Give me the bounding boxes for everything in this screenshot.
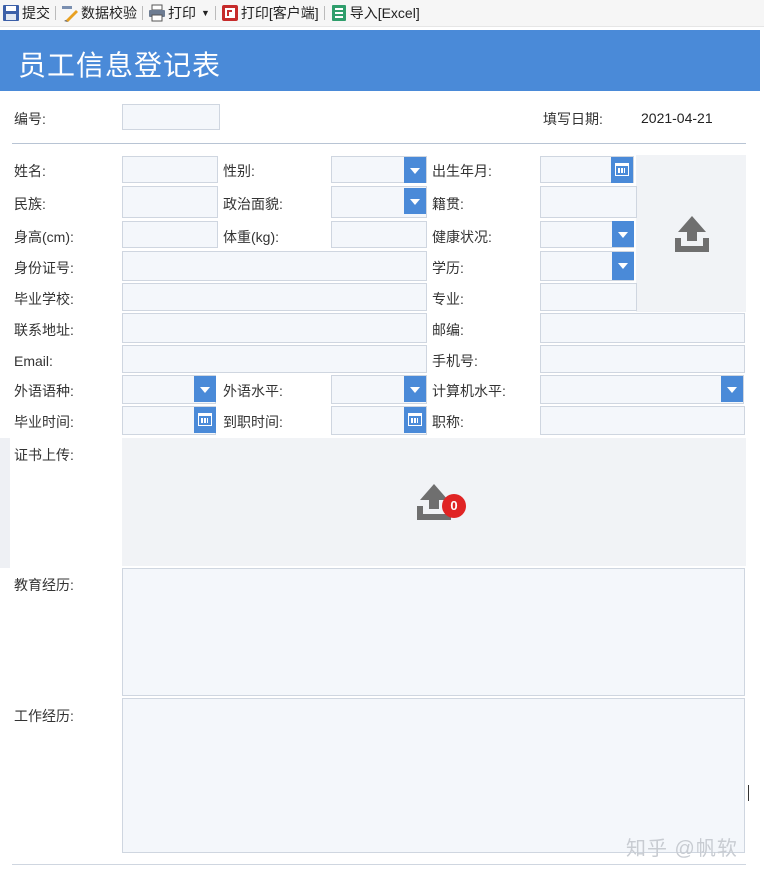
import-excel-label: 导入[Excel] bbox=[349, 5, 420, 21]
name-input[interactable] bbox=[122, 156, 218, 183]
form-header: 员工信息登记表 bbox=[0, 30, 760, 91]
computer-level-dropdown-icon[interactable] bbox=[721, 376, 743, 402]
fill-date-value: 2021-04-21 bbox=[641, 110, 713, 126]
submit-label: 提交 bbox=[22, 5, 50, 21]
school-label: 毕业学校: bbox=[14, 291, 74, 307]
height-label: 身高(cm): bbox=[14, 229, 74, 245]
bottom-divider bbox=[12, 864, 746, 865]
major-input[interactable] bbox=[540, 283, 637, 311]
language-level-dropdown-icon[interactable] bbox=[404, 376, 426, 402]
calendar-icon[interactable] bbox=[194, 407, 216, 433]
validate-button[interactable]: 数据校验 bbox=[59, 0, 139, 26]
birth-label: 出生年月: bbox=[432, 163, 492, 179]
edu-history-label: 教育经历: bbox=[14, 577, 74, 593]
print-client-icon bbox=[221, 4, 239, 22]
phone-input[interactable] bbox=[540, 345, 745, 373]
address-label: 联系地址: bbox=[14, 322, 74, 338]
print-icon bbox=[148, 4, 166, 22]
id-number-input[interactable] bbox=[122, 251, 427, 281]
save-icon bbox=[2, 4, 20, 22]
toolbar-divider bbox=[323, 6, 325, 20]
native-input[interactable] bbox=[540, 186, 637, 218]
work-history-textarea[interactable] bbox=[122, 698, 745, 853]
text-cursor bbox=[748, 785, 749, 801]
job-title-label: 职称: bbox=[432, 414, 464, 430]
row-marker bbox=[0, 438, 10, 568]
phone-label: 手机号: bbox=[432, 353, 478, 369]
onboard-time-label: 到职时间: bbox=[223, 414, 283, 430]
chevron-down-icon: ▼ bbox=[201, 8, 210, 18]
education-dropdown-icon[interactable] bbox=[612, 252, 634, 280]
fill-date-label: 填写日期: bbox=[543, 111, 603, 127]
excel-icon bbox=[330, 4, 348, 22]
gender-dropdown-icon[interactable] bbox=[404, 157, 426, 183]
ethnicity-input[interactable] bbox=[122, 186, 218, 218]
toolbar-divider bbox=[214, 6, 216, 20]
number-label: 编号: bbox=[14, 111, 46, 127]
toolbar-divider bbox=[55, 6, 56, 20]
weight-label: 体重(kg): bbox=[223, 229, 279, 245]
page-title: 员工信息登记表 bbox=[18, 50, 222, 81]
gender-label: 性别: bbox=[223, 163, 255, 179]
print-label: 打印 bbox=[168, 5, 196, 21]
toolbar: 提交 数据校验 打印 ▼ 打印[客户端] 导入[Excel] bbox=[0, 0, 764, 27]
validate-icon bbox=[61, 4, 79, 22]
submit-button[interactable]: 提交 bbox=[0, 0, 52, 26]
school-input[interactable] bbox=[122, 283, 427, 311]
email-input[interactable] bbox=[122, 345, 427, 373]
job-title-input[interactable] bbox=[540, 406, 745, 435]
email-label: Email: bbox=[14, 353, 53, 369]
politics-dropdown-icon[interactable] bbox=[404, 188, 426, 214]
health-dropdown-icon[interactable] bbox=[612, 221, 634, 247]
import-excel-button[interactable]: 导入[Excel] bbox=[328, 0, 422, 26]
language-label: 外语语种: bbox=[14, 383, 74, 399]
language-dropdown-icon[interactable] bbox=[194, 376, 216, 402]
weight-input[interactable] bbox=[331, 221, 427, 248]
postcode-label: 邮编: bbox=[432, 322, 464, 338]
major-label: 专业: bbox=[432, 291, 464, 307]
toolbar-divider bbox=[142, 6, 143, 20]
section-divider bbox=[12, 143, 746, 144]
height-input[interactable] bbox=[122, 221, 218, 248]
graduation-time-label: 毕业时间: bbox=[14, 414, 74, 430]
id-label: 身份证号: bbox=[14, 260, 74, 276]
native-label: 籍贯: bbox=[432, 196, 464, 212]
calendar-icon[interactable] bbox=[404, 407, 426, 433]
validate-label: 数据校验 bbox=[81, 5, 137, 21]
postcode-input[interactable] bbox=[540, 313, 745, 343]
health-label: 健康状况: bbox=[432, 229, 492, 245]
certificate-count-badge: 0 bbox=[442, 494, 466, 518]
print-button[interactable]: 打印 ▼ bbox=[146, 0, 212, 26]
certificate-label: 证书上传: bbox=[14, 447, 74, 463]
computer-level-select[interactable] bbox=[540, 375, 744, 404]
address-input[interactable] bbox=[122, 313, 427, 343]
number-input[interactable] bbox=[122, 104, 220, 130]
work-history-label: 工作经历: bbox=[14, 708, 74, 724]
computer-level-label: 计算机水平: bbox=[432, 383, 506, 399]
calendar-icon[interactable] bbox=[611, 157, 633, 183]
education-label: 学历: bbox=[432, 260, 464, 276]
edu-history-textarea[interactable] bbox=[122, 568, 745, 696]
name-label: 姓名: bbox=[14, 163, 46, 179]
print-client-label: 打印[客户端] bbox=[240, 5, 319, 21]
ethnicity-label: 民族: bbox=[14, 196, 46, 212]
language-level-label: 外语水平: bbox=[223, 383, 283, 399]
watermark: 知乎 @帆软 bbox=[626, 838, 738, 860]
politics-label: 政治面貌: bbox=[223, 196, 283, 212]
print-client-button[interactable]: 打印[客户端] bbox=[219, 0, 321, 26]
upload-icon[interactable] bbox=[672, 214, 712, 254]
